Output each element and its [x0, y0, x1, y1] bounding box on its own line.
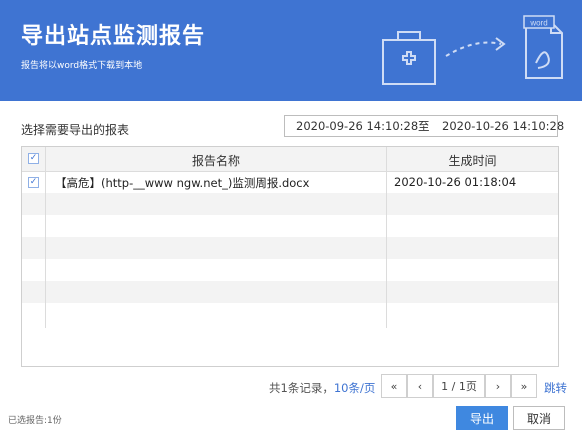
- per-page-select[interactable]: 10条/页: [334, 381, 376, 395]
- report-table: ✓ 报告名称 生成时间 ✓ 【高危】(http-__www ngw.net_)监…: [21, 146, 559, 367]
- word-label: word: [529, 19, 547, 28]
- table-row[interactable]: ✓ 【高危】(http-__www ngw.net_)监测周报.docx 202…: [22, 171, 558, 193]
- select-all-checkbox[interactable]: ✓: [28, 153, 39, 164]
- report-select-label: 选择需要导出的报表: [21, 123, 130, 137]
- column-header-name: 报告名称: [191, 154, 240, 168]
- pager-summary: 共1条记录，10条/页: [269, 380, 375, 396]
- column-header-time: 生成时间: [448, 154, 497, 168]
- table-header: ✓ 报告名称 生成时间: [22, 147, 558, 172]
- cancel-button[interactable]: 取消: [513, 406, 565, 430]
- dialog-header: 导出站点监测报告 报告将以word格式下载到本地 word: [0, 0, 582, 101]
- first-page-button[interactable]: «: [381, 374, 407, 398]
- last-page-button[interactable]: »: [511, 374, 537, 398]
- selected-count: 已选报告:1份: [8, 416, 62, 426]
- dialog-subtitle: 报告将以word格式下载到本地: [21, 61, 143, 71]
- row-checkbox[interactable]: ✓: [28, 177, 39, 188]
- next-page-button[interactable]: ›: [485, 374, 511, 398]
- jump-link[interactable]: 跳转: [544, 380, 567, 396]
- total-records: 共1条记录，: [269, 381, 334, 395]
- empty-row: [22, 259, 558, 281]
- empty-row: [22, 303, 558, 325]
- report-time-cell: 2020-10-26 01:18:04: [394, 175, 517, 189]
- export-button[interactable]: 导出: [456, 406, 508, 430]
- empty-row: [22, 281, 558, 303]
- date-range-picker[interactable]: 2020-09-26 14:10:28 至 2020-10-26 14:10:2…: [284, 115, 564, 137]
- empty-row: [22, 193, 558, 215]
- column-divider: [386, 147, 387, 328]
- export-illustration-icon: word: [382, 15, 563, 85]
- date-start[interactable]: 2020-09-26 14:10:28: [296, 119, 418, 133]
- empty-row: [22, 237, 558, 259]
- empty-row: [22, 215, 558, 237]
- column-divider: [45, 147, 46, 328]
- prev-page-button[interactable]: ‹: [407, 374, 433, 398]
- date-end[interactable]: 2020-10-26 14:10:28: [442, 119, 564, 133]
- dialog-title: 导出站点监测报告: [21, 24, 206, 49]
- date-separator: 至: [418, 119, 430, 133]
- report-name-cell: 【高危】(http-__www ngw.net_)监测周报.docx: [55, 176, 310, 190]
- page-indicator: 1 / 1页: [433, 374, 485, 398]
